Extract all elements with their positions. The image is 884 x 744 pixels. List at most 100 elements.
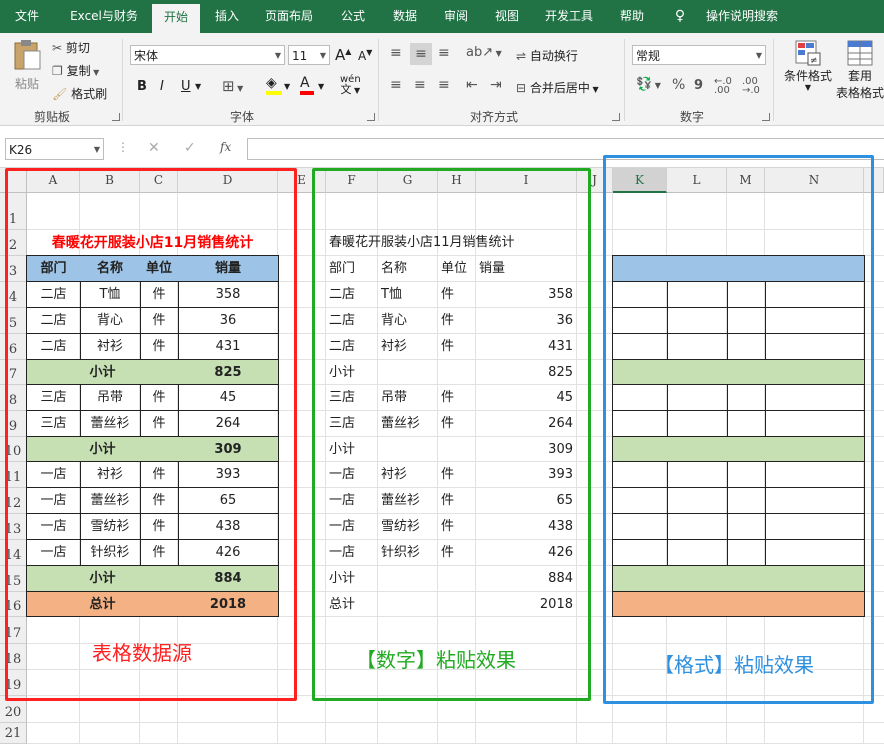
- tab-10[interactable]: 帮助: [608, 0, 656, 33]
- border-button[interactable]: ⊞ ▼: [222, 77, 243, 95]
- table-format-label1: 套用: [847, 69, 872, 83]
- font-name-value: 宋体: [134, 49, 159, 63]
- tab-0[interactable]: 文件: [0, 0, 54, 33]
- chevron-down-icon: ▼: [274, 51, 281, 60]
- separator: [624, 39, 625, 121]
- wrap-text-button[interactable]: ⇌ 自动换行: [516, 47, 578, 64]
- comma-button[interactable]: 9: [694, 78, 703, 93]
- paste-button[interactable]: 粘贴: [10, 39, 44, 99]
- font-color-button[interactable]: A: [300, 75, 314, 95]
- format-painter-button[interactable]: 🖌 格式刷: [52, 85, 107, 102]
- tab-9[interactable]: 开发工具: [534, 0, 604, 33]
- wrap-label: 自动换行: [529, 49, 578, 63]
- increase-indent-icon[interactable]: ⇥: [490, 77, 502, 93]
- function-icon[interactable]: fx: [220, 140, 231, 154]
- chevron-down-icon: ▼: [319, 51, 326, 60]
- currency-icon: 💱: [636, 77, 653, 92]
- underline-button[interactable]: U: [181, 79, 191, 94]
- align-bottom-icon[interactable]: ≡: [438, 45, 450, 61]
- decrease-indent-icon[interactable]: ⇤: [466, 77, 478, 93]
- cut-label: 剪切: [65, 41, 90, 55]
- number-format-select[interactable]: 常规 ▼: [632, 45, 766, 65]
- source-frame: [5, 168, 297, 701]
- shrink-font-icon: A: [358, 49, 367, 63]
- separator: [122, 39, 123, 121]
- lightbulb-icon: ♀: [674, 8, 686, 24]
- clipboard-launcher-icon[interactable]: [112, 113, 120, 121]
- name-box[interactable]: K26 ▼: [5, 138, 104, 160]
- merge-center-button[interactable]: ⊟ 合并后居中 ▼: [516, 79, 599, 96]
- source-annotation: 表格数据源: [92, 641, 192, 665]
- tab-8[interactable]: 视图: [484, 0, 530, 33]
- enter-icon[interactable]: ✓: [184, 140, 196, 156]
- tab-1[interactable]: Excel与财务: [58, 0, 150, 33]
- cut-button[interactable]: ✂ 剪切: [52, 39, 90, 56]
- copy-icon: ❐: [52, 64, 63, 78]
- more-options-icon[interactable]: ⋮: [117, 140, 129, 154]
- wrap-icon: ⇌: [516, 49, 527, 63]
- border-icon: ⊞: [222, 77, 235, 95]
- gridline-h: [27, 722, 884, 723]
- conditional-format-button[interactable]: ≠ 条件格式 ▼: [782, 39, 834, 92]
- table-format-icon: [847, 40, 873, 66]
- font-name-select[interactable]: 宋体 ▼: [130, 45, 285, 65]
- tab-6[interactable]: 数据: [382, 0, 428, 33]
- merge-icon: ⊟: [516, 81, 527, 95]
- tab-3[interactable]: 插入: [204, 0, 250, 33]
- align-launcher-icon[interactable]: [612, 113, 620, 121]
- increase-decimal-icon[interactable]: ←.0.00: [714, 77, 732, 96]
- values-frame: [312, 168, 591, 701]
- phonetic-button[interactable]: wén 文 ▼: [340, 75, 361, 96]
- bold-button[interactable]: B: [137, 79, 147, 94]
- align-middle-icon[interactable]: ≡: [410, 43, 432, 65]
- number-group-label: 数字: [680, 110, 705, 124]
- paint-bucket-icon: ◈: [266, 75, 277, 91]
- font-size-select[interactable]: 11 ▼: [288, 45, 330, 65]
- font-size-value: 11: [292, 49, 308, 63]
- merge-label: 合并后居中: [529, 81, 590, 95]
- align-right-icon[interactable]: ≡: [438, 77, 450, 93]
- percent-button[interactable]: %: [672, 77, 685, 93]
- tab-2[interactable]: 开始: [152, 4, 200, 33]
- font-launcher-icon[interactable]: [367, 113, 375, 121]
- tab-4[interactable]: 页面布局: [254, 0, 324, 33]
- italic-button[interactable]: I: [160, 79, 164, 94]
- copy-button[interactable]: ❐ 复制 ▼: [52, 62, 99, 79]
- underline-dropdown-icon[interactable]: ▼: [195, 82, 201, 91]
- fill-color-button[interactable]: ◈: [266, 75, 282, 95]
- tab-7[interactable]: 审阅: [432, 0, 480, 33]
- number-format-value: 常规: [636, 49, 661, 63]
- align-center-icon[interactable]: ≡: [414, 77, 426, 93]
- align-left-icon[interactable]: ≡: [390, 77, 402, 93]
- format-painter-label: 格式刷: [71, 87, 108, 101]
- chevron-down-icon: ▼: [93, 145, 100, 154]
- grow-font-icon: A: [335, 46, 346, 64]
- paste-label: 粘贴: [14, 77, 39, 91]
- cancel-icon[interactable]: ✕: [148, 140, 160, 156]
- clipboard-icon: [14, 40, 41, 70]
- table-format-button[interactable]: 套用 表格格式: [836, 39, 884, 101]
- conditional-format-icon: ≠: [795, 40, 821, 66]
- brush-icon: 🖌: [52, 87, 68, 101]
- row-header-21[interactable]: 21: [0, 723, 27, 744]
- spreadsheet-grid: A B C D E F G H I J K L M N 1 2 3 4 5 6 7 8 9 10 11 12 13 14 15 16 17 1…: [0, 155, 884, 744]
- orientation-icon[interactable]: ab↗ ▼: [466, 45, 502, 60]
- tab-5[interactable]: 公式: [328, 0, 378, 33]
- currency-button[interactable]: 💱 ▼: [636, 77, 661, 92]
- chevron-down-icon: ▼: [755, 51, 762, 60]
- grow-font-button[interactable]: A▲: [335, 46, 351, 64]
- font-group-label: 字体: [230, 110, 255, 124]
- number-launcher-icon[interactable]: [762, 113, 770, 121]
- shrink-font-button[interactable]: A▼: [358, 48, 372, 63]
- align-top-icon[interactable]: ≡: [390, 45, 402, 61]
- formats-frame: [603, 155, 874, 704]
- font-color-icon: A: [300, 75, 310, 91]
- ribbon-tabs: 文件 Excel与财务 开始 插入 页面布局 公式 数据 审阅 视图 开发工具 帮助 操作说明搜索 ♀: [0, 0, 884, 33]
- decrease-decimal-icon[interactable]: .00 →.0: [742, 77, 760, 96]
- formats-annotation: 【格式】粘贴效果: [654, 653, 814, 677]
- scissors-icon: ✂: [52, 41, 63, 55]
- separator: [773, 39, 774, 121]
- svg-text:≠: ≠: [810, 56, 818, 66]
- fill-dropdown-icon[interactable]: ▼: [284, 82, 290, 91]
- font-color-dropdown-icon[interactable]: ▼: [318, 82, 324, 91]
